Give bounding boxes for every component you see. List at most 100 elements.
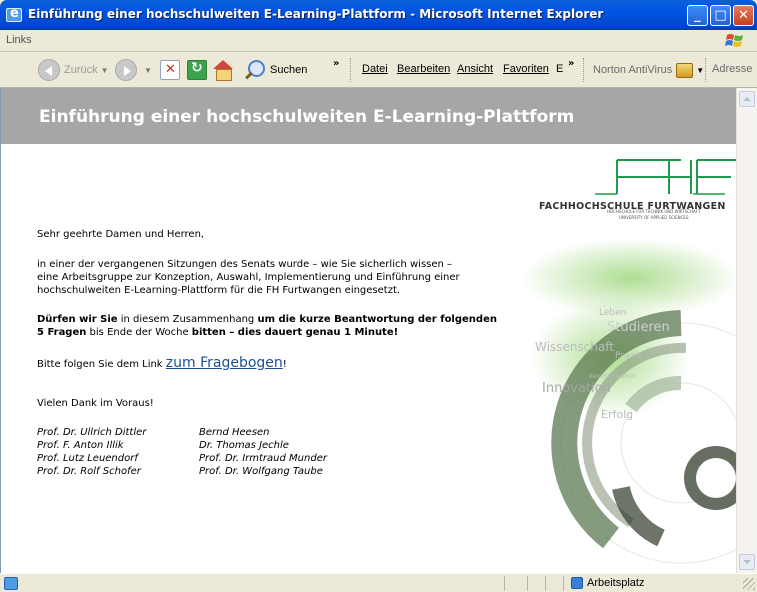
menu-favorites-label: Favoriten [503,63,549,75]
menu-file-label: Datei [362,63,388,75]
home-button[interactable] [212,57,234,83]
link-intro: Bitte folgen Sie dem Link [37,359,166,370]
wheel-word-studieren: Studieren [607,320,670,335]
window-title: Einführung einer hochschulweiten E-Learn… [28,7,604,21]
forward-dropdown-icon[interactable]: ▼ [144,66,152,75]
signature-left-2: Prof. F. Anton Illik [37,440,124,451]
logo-subtitle-1: HOCHSCHULE FÜR TECHNIK UND WIRTSCHAFT [607,209,701,214]
signature-right-2: Dr. Thomas Jechle [199,440,289,451]
signature-left-4: Prof. Dr. Rolf Schofer [37,466,141,477]
decorative-wheel-image [521,238,736,564]
security-zone-label: Arbeitsplatz [587,577,645,589]
toolbar-separator [350,58,351,82]
menu-favorites[interactable]: Favoriten [503,63,549,75]
wheel-word-innovation: Innovation [542,381,611,396]
menu-view[interactable]: Ansicht [457,63,493,75]
fh-furtwangen-logo [595,159,736,195]
signature-right-3: Prof. Dr. Irmtraud Munder [199,453,327,464]
bold-text: bitten – dies dauert genau 1 Minute! [191,327,399,338]
link-suffix: ! [282,359,287,370]
home-icon [212,60,234,81]
minimize-icon: _ [694,8,701,23]
menu-edit[interactable]: Bearbeiten [397,63,450,75]
page-title: Einführung einer hochschulweiten E-Learn… [39,107,575,127]
paragraph-2-line-1: Dürfen wir Sie in diesem Zusammenhang um… [37,313,497,326]
scroll-up-icon[interactable] [739,91,755,107]
search-button[interactable]: Suchen [244,57,307,83]
address-label[interactable]: Adresse [712,63,752,75]
links-bar: Links [0,30,757,52]
bold-text: um die kurze Beantwortung der folgenden [257,314,497,325]
thanks-text: Vielen Dank im Voraus! [37,398,154,409]
back-arrow-icon [38,59,60,81]
back-label: Zurück [64,64,98,76]
questionnaire-line: Bitte folgen Sie dem Link zum Fragebogen… [37,355,287,371]
questionnaire-link[interactable]: zum Fragebogen [166,355,283,371]
menu-extras[interactable]: E [556,63,563,75]
page-banner: Einführung einer hochschulweiten E-Learn… [1,88,736,144]
paragraph-1-line-2: eine Arbeitsgruppe zur Konzeption, Auswa… [37,272,460,283]
norton-dropdown-icon[interactable]: ▼ [696,66,704,75]
wheel-word-praxis: Praxis [615,351,642,361]
close-button[interactable]: ✕ [733,5,754,26]
status-pane [527,576,528,591]
browser-window: Einführung einer hochschulweiten E-Learn… [0,0,757,592]
toolbar-separator [583,58,584,82]
wheel-word-kommunikation: Kommunikation [589,373,636,380]
page-status-icon [4,577,18,590]
menu-edit-label: Bearbeiten [397,63,451,75]
signature-right-1: Bernd Heesen [199,427,270,438]
maximize-button[interactable]: □ [710,5,731,26]
back-dropdown-icon[interactable]: ▼ [101,66,109,75]
status-pane [563,576,564,591]
menu-file[interactable]: Datei [362,63,388,75]
resize-grip-icon[interactable] [743,578,755,590]
logo-subtitle-2: UNIVERSITY OF APPLIED SCIENCES [619,215,689,220]
computer-zone-icon [571,577,583,589]
windows-logo-icon [725,34,743,47]
search-icon [244,59,266,81]
links-label[interactable]: Links [6,34,32,46]
page-content: Einführung einer hochschulweiten E-Learn… [0,88,736,573]
wheel-word-leben: Leben [599,308,627,318]
back-button[interactable]: Zurück ▼ [38,57,109,83]
body-text: bis Ende der Woche [86,327,192,338]
paragraph-1-line-3: hochschulweiten E-Learning-Plattform für… [37,285,401,296]
wheel-word-erfolg: Erfolg [601,408,634,421]
signature-left-3: Prof. Lutz Leuendorf [37,453,138,464]
body-text: in diesem Zusammenhang [117,314,258,325]
stop-icon [160,60,180,80]
menu-view-label: Ansicht [457,63,494,75]
status-pane [545,576,546,591]
status-pane [504,576,505,591]
toolbar-separator [705,58,706,82]
status-bar: Arbeitsplatz [0,573,757,592]
toolbar-overflow-chevron[interactable]: » [333,58,339,69]
toolbar: Zurück ▼ ▼ Suchen » Datei Bearbeiten Ans… [0,52,757,88]
menu-overflow-chevron[interactable]: » [568,58,574,69]
forward-arrow-icon [115,59,137,81]
paragraph-2-line-2: 5 Fragen bis Ende der Woche bitten – die… [37,326,398,339]
vertical-scrollbar[interactable] [736,88,757,573]
maximize-icon: □ [714,8,727,23]
wheel-word-wissenschaft: Wissenschaft [535,340,614,354]
search-label: Suchen [270,64,308,76]
norton-antivirus-button[interactable]: Norton AntiVirus ▼ [593,57,704,83]
norton-antivirus-icon [676,62,694,78]
scroll-down-icon[interactable] [739,554,755,570]
signature-left-1: Prof. Dr. Ullrich Dittler [37,427,147,438]
signature-right-4: Prof. Dr. Wolfgang Taube [199,466,323,477]
title-bar[interactable]: Einführung einer hochschulweiten E-Learn… [0,0,757,30]
ie-icon [6,6,22,22]
norton-antivirus-label: Norton AntiVirus [593,64,673,76]
paragraph-1-line-1: in einer der vergangenen Sitzungen des S… [37,259,453,270]
refresh-button[interactable] [187,57,207,83]
refresh-icon [187,60,207,80]
stop-button[interactable] [160,57,180,83]
forward-button[interactable]: ▼ [115,57,152,83]
bold-text: 5 Fragen [37,327,87,338]
bold-text: Dürfen wir Sie [37,314,118,325]
minimize-button[interactable]: _ [687,5,708,26]
close-icon: ✕ [738,8,749,23]
greeting: Sehr geehrte Damen und Herren, [37,229,205,240]
